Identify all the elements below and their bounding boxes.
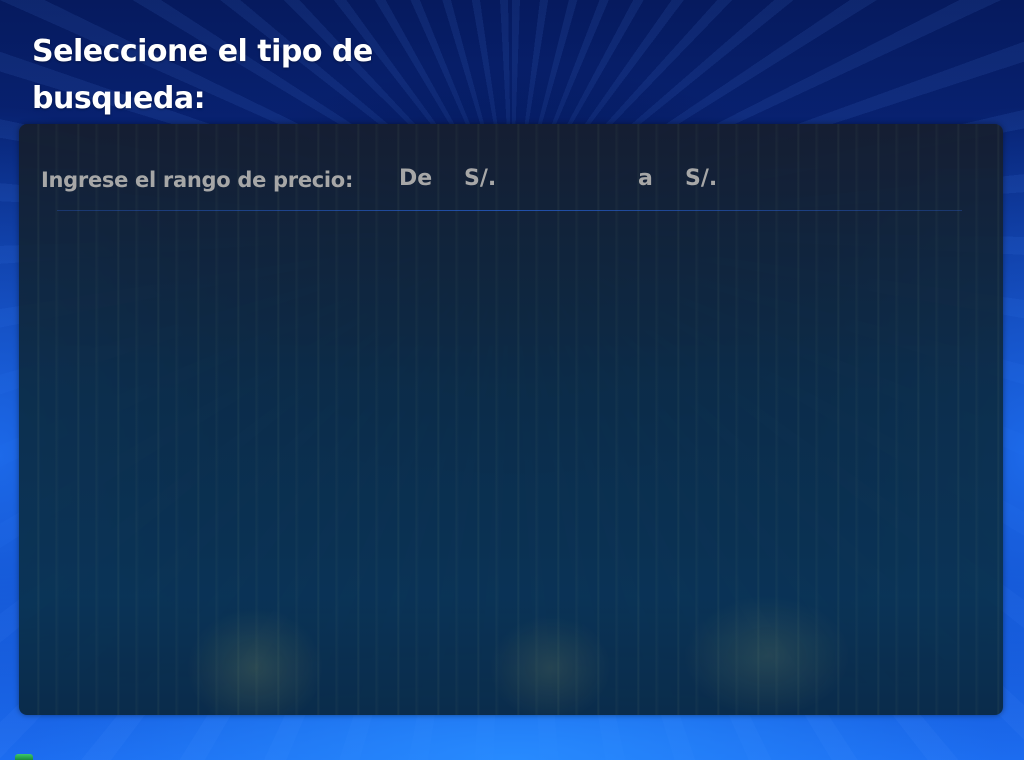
to-currency-symbol: S/. [685, 166, 718, 191]
price-row-divider [57, 210, 962, 211]
price-range-label: Ingrese el rango de precio: [41, 168, 354, 192]
to-label: a [638, 166, 653, 191]
price-range-row: Ingrese el rango de precio: De S/. a S/. [19, 124, 1003, 212]
results-area [19, 214, 1003, 714]
from-currency-symbol: S/. [464, 166, 497, 191]
price-from-input[interactable] [501, 164, 639, 196]
from-label: De [399, 166, 433, 191]
page-title: Seleccione el tipo de busqueda: [32, 34, 373, 116]
search-panel: Ingrese el rango de precio: De S/. a S/. [19, 124, 1003, 715]
taskbar-corner-icon[interactable] [15, 754, 33, 760]
price-to-input[interactable] [721, 164, 869, 196]
